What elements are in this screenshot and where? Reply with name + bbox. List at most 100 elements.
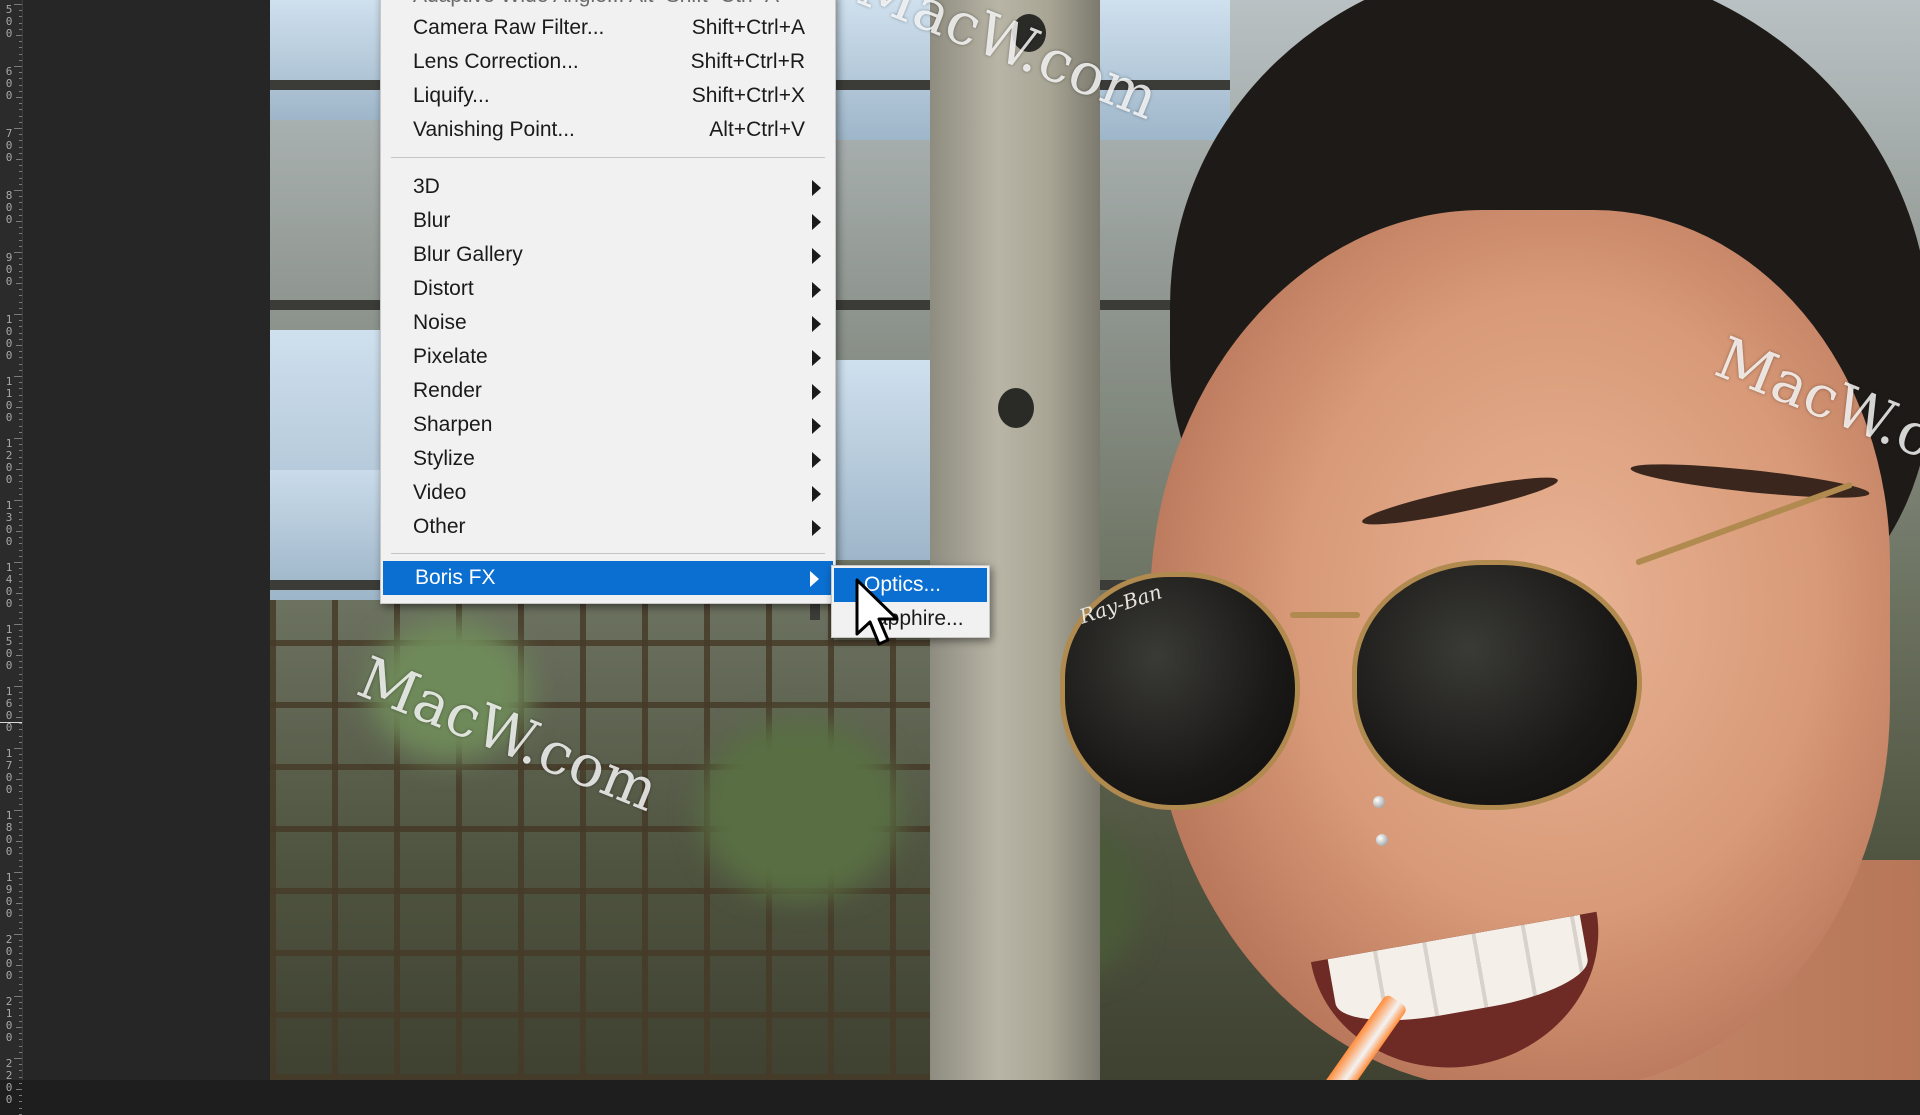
ruler-tick <box>14 190 22 191</box>
ruler-tick <box>19 896 22 898</box>
menu-separator <box>391 553 825 554</box>
ruler-tick <box>19 53 22 55</box>
workspace-background <box>23 0 270 1080</box>
menu-item-vanishing-point[interactable]: Vanishing Point... Alt+Ctrl+V <box>381 113 835 147</box>
ruler-tick <box>19 400 22 402</box>
ruler-tick <box>14 4 22 5</box>
ruler-label: 1 1 0 0 <box>5 375 13 424</box>
menu-item-other[interactable]: Other <box>381 510 835 544</box>
menu-item-distort[interactable]: Distort <box>381 272 835 306</box>
ruler-tick <box>16 35 22 36</box>
ruler-tick <box>19 413 22 415</box>
menu-item-shortcut: Shift+Ctrl+A <box>691 16 805 39</box>
ruler-label: 8 0 0 <box>5 189 13 226</box>
ruler-tick <box>19 481 22 483</box>
ruler-tick <box>19 679 22 681</box>
ruler-tick <box>19 698 22 700</box>
ruler-tick <box>19 599 22 601</box>
menu-item-stylize[interactable]: Stylize <box>381 442 835 476</box>
ruler-tick <box>19 171 22 173</box>
ruler-tick <box>19 115 22 117</box>
ruler-label: 1 7 0 0 <box>5 747 13 796</box>
ruler-tick <box>19 1002 22 1004</box>
menu-item-label: Distort <box>413 277 474 300</box>
menu-item-shortcut: Shift+Ctrl+X <box>691 84 805 107</box>
ruler-tick <box>16 345 22 346</box>
mouse-cursor-icon <box>855 578 899 646</box>
ruler-tick <box>16 841 22 842</box>
menu-item-camera-raw-filter[interactable]: Camera Raw Filter... Shift+Ctrl+A <box>381 11 835 45</box>
menu-item-pixelate[interactable]: Pixelate <box>381 340 835 374</box>
menu-item-video[interactable]: Video <box>381 476 835 510</box>
menu-item-lens-correction[interactable]: Lens Correction... Shift+Ctrl+R <box>381 45 835 79</box>
ruler-tick <box>19 1014 22 1016</box>
ruler-tick <box>19 419 22 421</box>
ruler-label: 5 0 0 <box>5 3 13 40</box>
ruler-tick <box>19 1070 22 1072</box>
ruler-tick <box>19 661 22 663</box>
ruler-label: 1 8 0 0 <box>5 809 13 858</box>
menu-item-sharpen[interactable]: Sharpen <box>381 408 835 442</box>
ruler-tick <box>19 853 22 855</box>
ruler-tick <box>19 667 22 669</box>
ruler-tick <box>19 202 22 204</box>
ruler-tick <box>19 524 22 526</box>
ruler-tick <box>16 221 22 222</box>
ruler-cursor-marker <box>0 722 22 723</box>
sunglasses-lens-right <box>1352 560 1642 810</box>
ruler-tick <box>19 1064 22 1066</box>
ruler-tick <box>19 989 22 991</box>
ruler-tick <box>19 1107 22 1109</box>
ruler-label: 9 0 0 <box>5 251 13 288</box>
ruler-tick <box>19 140 22 142</box>
ruler-tick <box>19 983 22 985</box>
ruler-tick <box>16 97 22 98</box>
ruler-tick <box>19 41 22 43</box>
ruler-tick <box>14 1058 22 1059</box>
ruler-tick <box>19 351 22 353</box>
ruler-tick <box>16 407 22 408</box>
menu-item-blur[interactable]: Blur <box>381 204 835 238</box>
ruler-tick <box>19 1082 22 1084</box>
ruler-tick <box>14 934 22 935</box>
submenu-arrow-icon <box>812 282 821 298</box>
ruler-tick <box>19 958 22 960</box>
menu-item-boris-fx[interactable]: Boris FX <box>383 561 833 595</box>
ruler-tick <box>14 252 22 253</box>
ruler-tick <box>19 1008 22 1010</box>
ruler-tick <box>19 165 22 167</box>
ruler-tick <box>19 537 22 539</box>
ruler-tick <box>14 128 22 129</box>
ruler-tick <box>19 134 22 136</box>
ruler-tick <box>19 512 22 514</box>
submenu-arrow-icon <box>812 452 821 468</box>
ruler-tick <box>19 909 22 911</box>
ruler-tick <box>19 605 22 607</box>
ruler-tick <box>16 779 22 780</box>
ruler-tick <box>19 555 22 557</box>
vertical-ruler[interactable]: 5 0 0 6 0 0 7 0 0 8 0 0 9 0 0 1 0 0 0 1 1 0 0 1… <box>0 0 23 1115</box>
ruler-tick <box>16 1027 22 1028</box>
ruler-tick <box>19 673 22 675</box>
ruler-tick <box>19 276 22 278</box>
menu-item-blur-gallery[interactable]: Blur Gallery <box>381 238 835 272</box>
ruler-tick <box>19 859 22 861</box>
ruler-tick <box>19 617 22 619</box>
ruler-tick <box>14 686 22 687</box>
ruler-tick <box>19 177 22 179</box>
menu-item-3d[interactable]: 3D <box>381 170 835 204</box>
submenu-arrow-icon <box>812 520 821 536</box>
ruler-tick <box>19 78 22 80</box>
pillar-bolt <box>998 388 1034 428</box>
menu-item-liquify[interactable]: Liquify... Shift+Ctrl+X <box>381 79 835 113</box>
menu-item-label: Render <box>413 379 482 402</box>
ruler-tick <box>14 500 22 501</box>
ruler-tick <box>19 636 22 638</box>
menu-item-noise[interactable]: Noise <box>381 306 835 340</box>
menu-item-render[interactable]: Render <box>381 374 835 408</box>
ruler-tick <box>19 425 22 427</box>
concrete-pillar <box>930 0 1100 1080</box>
ruler-tick <box>19 785 22 787</box>
ruler-tick <box>19 10 22 12</box>
ruler-tick <box>19 878 22 880</box>
